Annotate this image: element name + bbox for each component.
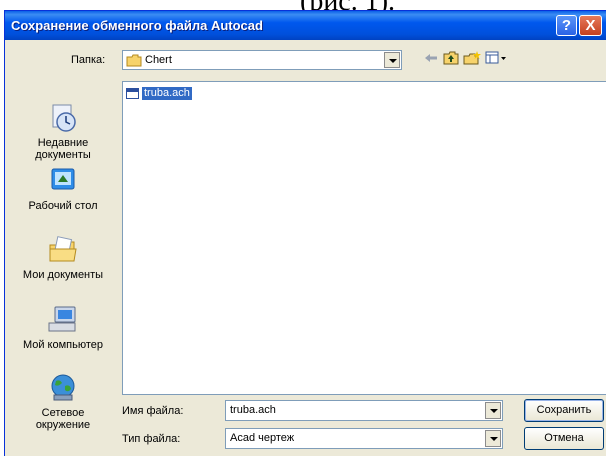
places-bar: Недавние документы Рабочий стол Мои доку… xyxy=(19,103,107,449)
window-title: Сохранение обменного файла Autocad xyxy=(11,18,263,33)
up-folder-icon[interactable] xyxy=(443,51,459,65)
network-places-icon xyxy=(51,374,75,401)
place-label: Сетевое окружение xyxy=(35,407,91,431)
folder-value: Chert xyxy=(145,54,172,66)
chevron-down-icon[interactable] xyxy=(485,430,501,447)
place-desktop[interactable]: Рабочий стол xyxy=(19,166,107,212)
place-network[interactable]: Сетевое окружение xyxy=(19,373,107,431)
folder-icon xyxy=(126,54,142,67)
filetype-dropdown[interactable]: Acad чертеж xyxy=(225,428,503,449)
my-computer-icon xyxy=(48,306,76,332)
new-folder-icon[interactable] xyxy=(463,51,481,65)
title-bar[interactable]: Сохранение обменного файла Autocad ? X xyxy=(5,11,606,40)
list-item[interactable]: truba.ach xyxy=(126,86,192,100)
cancel-button[interactable]: Отмена xyxy=(524,427,604,450)
place-my-documents[interactable]: Мои документы xyxy=(19,235,107,281)
file-list[interactable]: truba.ach xyxy=(122,81,606,395)
place-label: Рабочий стол xyxy=(28,200,98,212)
folder-label: Папка: xyxy=(71,54,106,66)
view-menu-icon[interactable] xyxy=(485,51,507,65)
place-label: Мой компьютер xyxy=(22,339,104,351)
chevron-down-icon[interactable] xyxy=(384,52,400,68)
help-button[interactable]: ? xyxy=(556,15,577,36)
filetype-label: Тип файла: xyxy=(122,433,181,445)
folder-dropdown[interactable]: Chert xyxy=(122,50,402,70)
my-documents-icon xyxy=(49,236,77,262)
save-button[interactable]: Сохранить xyxy=(524,399,604,422)
desktop-icon xyxy=(51,168,75,190)
recent-documents-icon xyxy=(52,104,76,132)
chevron-down-icon[interactable] xyxy=(485,402,501,419)
place-recent-documents[interactable]: Недавние документы xyxy=(19,103,107,161)
back-arrow-icon[interactable] xyxy=(423,51,439,65)
place-label: Недавние документы xyxy=(35,137,91,161)
place-my-computer[interactable]: Мой компьютер xyxy=(19,305,107,351)
place-label: Мои документы xyxy=(22,269,104,281)
filename-input[interactable]: truba.ach xyxy=(225,400,503,421)
save-dialog: Сохранение обменного файла Autocad ? X П… xyxy=(4,10,606,456)
close-button[interactable]: X xyxy=(579,15,602,36)
filename-label: Имя файла: xyxy=(122,405,184,417)
filename-value: truba.ach xyxy=(230,404,276,416)
filetype-value: Acad чертеж xyxy=(230,432,295,444)
file-name: truba.ach xyxy=(142,86,192,100)
file-icon xyxy=(126,87,139,99)
